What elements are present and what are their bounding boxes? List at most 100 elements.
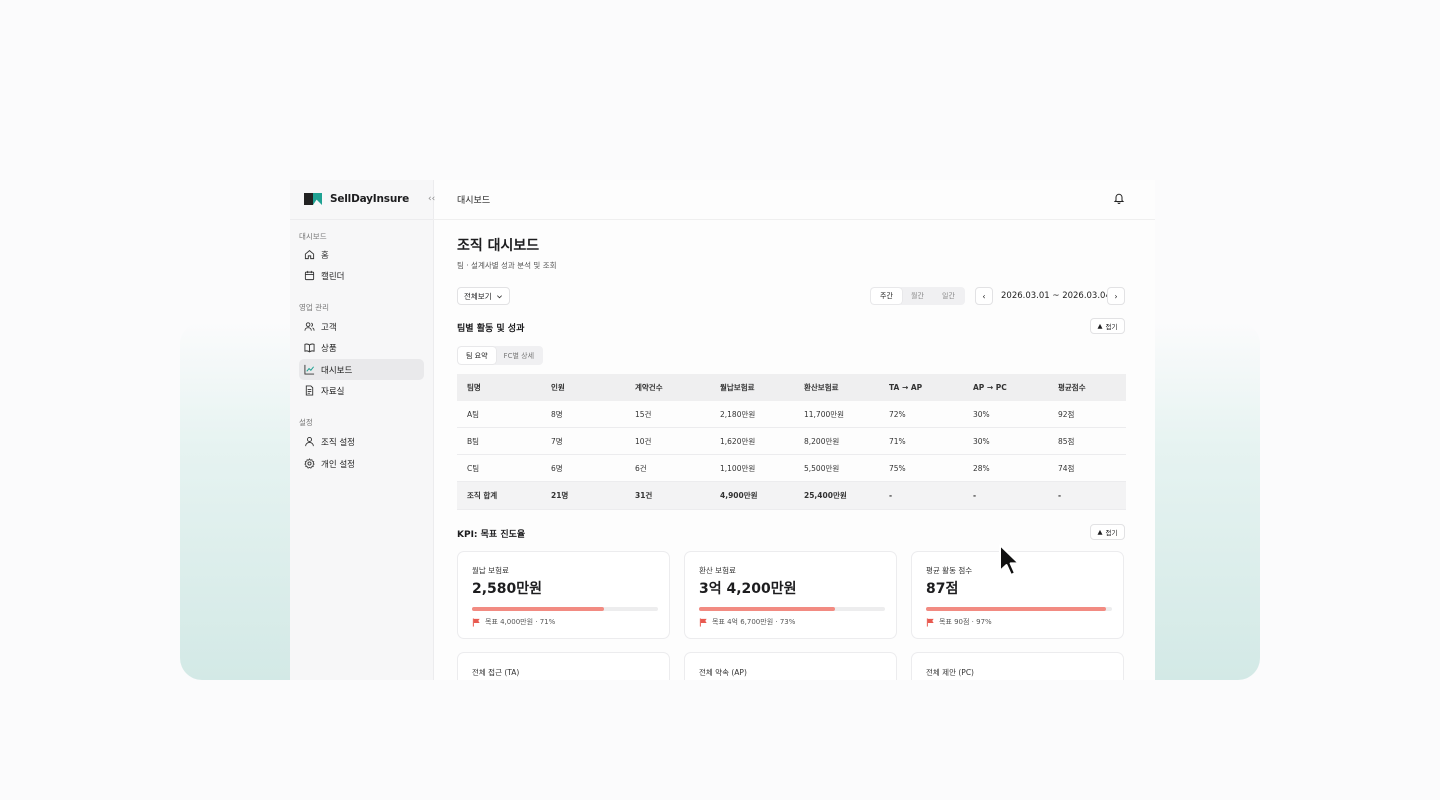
table-cell: 30% (963, 401, 1048, 428)
kpi-progress-bar (472, 607, 658, 611)
period-toggle: 주간 월간 일간 (870, 287, 965, 305)
table-cell: 75% (879, 454, 963, 482)
table-row[interactable]: A팀 8명 15건 2,180만원 11,700만원 72% 30% 92점 (457, 401, 1126, 428)
team-section-title: 팀별 활동 및 성과 (457, 324, 525, 334)
table-cell: 15건 (625, 401, 710, 428)
sidebar-section-label: 영업 관리 (299, 303, 329, 312)
column-header[interactable]: 환산보험료 (794, 374, 879, 401)
table-cell: - (963, 481, 1048, 510)
kpi-card-converted-premium[interactable]: 환산 보험료 3억 4,200만원 목표 4억 6,700만원 · 73% (684, 551, 897, 639)
kpi-goal: 목표 4억 6,700만원 · 73% (699, 617, 795, 627)
next-period-button[interactable]: › (1107, 287, 1125, 305)
table-cell: 1,100만원 (710, 454, 794, 482)
kpi-progress-fill (926, 607, 1107, 611)
sidebar-section-label: 설정 (299, 418, 313, 427)
chevron-down-icon (496, 294, 502, 298)
table-cell: 30% (963, 427, 1048, 455)
chart-line-icon (304, 364, 315, 375)
kpi-card-total-ta[interactable]: 전체 접근 (TA) (457, 652, 670, 680)
table-cell: - (879, 481, 963, 510)
table-cell: 72% (879, 401, 963, 428)
column-header[interactable]: 월납보험료 (710, 374, 794, 401)
sidebar-item-label: 개인 설정 (321, 459, 355, 470)
fold-label: 접기 (1105, 323, 1118, 331)
column-header[interactable]: AP → PC (963, 374, 1048, 401)
sidebar-item-label: 자료실 (321, 386, 345, 397)
page-title: 조직 대시보드 (457, 238, 540, 254)
brand-logo[interactable]: SellDayInsure (304, 193, 409, 205)
table-cell: 71% (879, 427, 963, 455)
gear-icon (304, 458, 315, 469)
date-range: 2026.03.01 ~ 2026.03.04 (1001, 291, 1111, 301)
column-header[interactable]: 인원 (541, 374, 625, 401)
kpi-card-total-ap[interactable]: 전체 약속 (AP) (684, 652, 897, 680)
sidebar-item-personal-settings[interactable]: 개인 설정 (299, 453, 424, 474)
table-cell: 11,700만원 (794, 401, 879, 428)
table-row[interactable]: C팀 6명 6건 1,100만원 5,500만원 75% 28% 74점 (457, 454, 1126, 482)
kpi-label: 평균 활동 점수 (926, 566, 973, 575)
kpi-label: 전체 제안 (PC) (926, 668, 974, 677)
kpi-fold-button[interactable]: ▲ 접기 (1090, 524, 1125, 540)
view-select[interactable]: 전체보기 (457, 287, 510, 305)
column-header[interactable]: 팀명 (457, 374, 541, 401)
table-cell: 31건 (625, 481, 710, 510)
sidebar-section-label: 대시보드 (299, 232, 327, 241)
kpi-goal-text: 목표 4,000만원 · 71% (485, 618, 556, 626)
document-icon (305, 385, 314, 396)
period-tab-daily[interactable]: 일간 (933, 288, 964, 304)
prev-period-button[interactable]: ‹ (975, 287, 993, 305)
double-chevron-left-icon[interactable]: ‹‹ (428, 194, 435, 204)
sidebar-item-products[interactable]: 상품 (299, 337, 424, 358)
logo-icon (304, 193, 322, 205)
table-cell: 1,620만원 (710, 427, 794, 455)
sidebar-item-customers[interactable]: 고객 (299, 316, 424, 337)
sidebar-item-label: 고객 (321, 322, 337, 333)
tab-team-summary[interactable]: 팀 요약 (458, 347, 496, 364)
column-header[interactable]: 계약건수 (625, 374, 710, 401)
sidebar-divider (290, 219, 433, 220)
kpi-progress-bar (699, 607, 885, 611)
sidebar-item-label: 홈 (321, 250, 329, 261)
topbar-title: 대시보드 (457, 196, 491, 206)
table-cell: 5,500만원 (794, 454, 879, 482)
kpi-goal-text: 목표 90점 · 97% (939, 618, 992, 626)
sidebar-item-home[interactable]: 홈 (299, 244, 424, 265)
table-cell: C팀 (457, 454, 541, 482)
kpi-card-monthly-premium[interactable]: 월납 보험료 2,580만원 목표 4,000만원 · 71% (457, 551, 670, 639)
column-header[interactable]: TA → AP (879, 374, 963, 401)
team-table: 팀명 인원 계약건수 월납보험료 환산보험료 TA → AP AP → PC 평… (457, 374, 1126, 510)
kpi-label: 전체 약속 (AP) (699, 668, 747, 677)
table-total-row: 조직 합계 21명 31건 4,900만원 25,400만원 - - - (457, 481, 1126, 510)
table-cell: 74점 (1048, 454, 1126, 482)
kpi-goal: 목표 90점 · 97% (926, 617, 992, 627)
team-fold-button[interactable]: ▲ 접기 (1090, 318, 1125, 334)
table-row[interactable]: B팀 7명 10건 1,620만원 8,200만원 71% 30% 85점 (457, 427, 1126, 455)
table-cell: 21명 (541, 481, 625, 510)
mouse-cursor-icon (999, 544, 1020, 576)
table-cell: 2,180만원 (710, 401, 794, 428)
column-header[interactable]: 평균점수 (1048, 374, 1126, 401)
kpi-progress-fill (699, 607, 835, 611)
sidebar: SellDayInsure ‹‹ 대시보드 홈 캘린더 영업 관리 고객 상품 … (290, 180, 435, 680)
kpi-label: 전체 접근 (TA) (472, 668, 520, 677)
flag-icon (472, 617, 480, 627)
period-tab-weekly[interactable]: 주간 (871, 288, 902, 304)
period-tab-monthly[interactable]: 월간 (902, 288, 933, 304)
user-icon (305, 437, 314, 447)
table-cell: 10건 (625, 427, 710, 455)
tab-fc-detail[interactable]: FC별 상세 (496, 347, 542, 364)
caret-up-icon: ▲ (1097, 322, 1103, 330)
sidebar-item-calendar[interactable]: 캘린더 (299, 265, 424, 286)
page-subtitle: 팀 · 설계사별 성과 분석 및 조회 (457, 261, 557, 270)
table-header-row: 팀명 인원 계약건수 월납보험료 환산보험료 TA → AP AP → PC 평… (457, 374, 1126, 401)
kpi-value: 3억 4,200만원 (699, 581, 797, 597)
kpi-card-total-pc[interactable]: 전체 제안 (PC) (911, 652, 1124, 680)
bell-icon[interactable] (1113, 192, 1125, 204)
sidebar-item-org-settings[interactable]: 조직 설정 (299, 431, 424, 452)
sidebar-item-library[interactable]: 자료실 (299, 380, 424, 401)
table-cell: B팀 (457, 427, 541, 455)
table-cell: 6명 (541, 454, 625, 482)
calendar-icon (304, 270, 315, 281)
sidebar-item-dashboard[interactable]: 대시보드 (299, 359, 424, 380)
kpi-goal: 목표 4,000만원 · 71% (472, 617, 555, 627)
